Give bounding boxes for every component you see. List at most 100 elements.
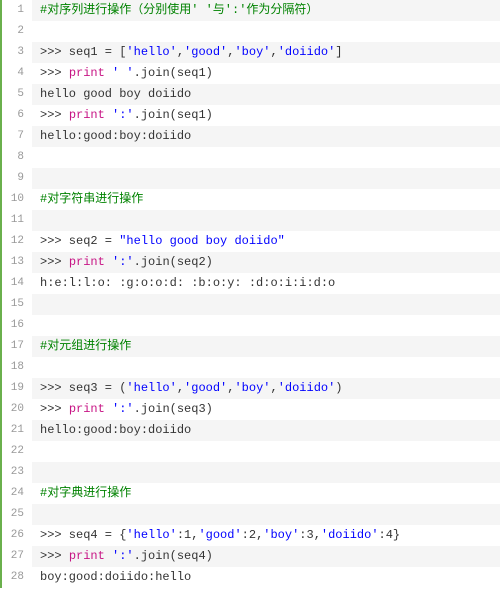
code-line: hello good boy doiido (32, 84, 500, 105)
code-line: hello:good:boy:doiido (32, 420, 500, 441)
code-line: #对元组进行操作 (32, 336, 500, 357)
code-token-string: 'doiido' (278, 381, 336, 395)
code-line: >>> print ':'.join(seq1) (32, 105, 500, 126)
code-line: >>> print ' '.join(seq1) (32, 63, 500, 84)
code-token-plain: >>> seq3 = ( (40, 381, 126, 395)
code-token-plain: boy:good:doiido:hello (40, 570, 191, 584)
code-token-plain (105, 402, 112, 416)
line-number: 26 (2, 525, 32, 546)
line-number: 4 (2, 63, 32, 84)
code-line (32, 441, 500, 462)
line-number-gutter: 1234567891011121314151617181920212223242… (2, 0, 32, 588)
code-line: >>> print ':'.join(seq4) (32, 546, 500, 567)
code-token-comment: #对序列进行操作（分别使用' '与':'作为分隔符） (40, 3, 318, 17)
code-block: 1234567891011121314151617181920212223242… (0, 0, 500, 588)
code-token-plain: :4} (379, 528, 401, 542)
code-token-string: ' ' (112, 66, 134, 80)
code-token-string: 'good' (184, 381, 227, 395)
code-token-keyword: print (69, 66, 105, 80)
code-token-plain: , (177, 45, 184, 59)
line-number: 27 (2, 546, 32, 567)
code-line: >>> seq4 = {'hello':1,'good':2,'boy':3,'… (32, 525, 500, 546)
code-token-string: ':' (112, 402, 134, 416)
code-token-string: ':' (112, 255, 134, 269)
code-line (32, 21, 500, 42)
line-number: 3 (2, 42, 32, 63)
code-token-plain: .join(seq1) (134, 66, 213, 80)
code-token-keyword: print (69, 108, 105, 122)
code-token-string: 'boy' (263, 528, 299, 542)
line-number: 23 (2, 462, 32, 483)
code-token-plain: >>> (40, 549, 69, 563)
code-line: #对字符串进行操作 (32, 189, 500, 210)
code-token-keyword: print (69, 402, 105, 416)
code-token-string: 'hello' (126, 45, 176, 59)
code-token-comment: #对字典进行操作 (40, 486, 131, 500)
code-lines: #对序列进行操作（分别使用' '与':'作为分隔符） >>> seq1 = ['… (32, 0, 500, 588)
line-number: 5 (2, 84, 32, 105)
code-token-comment: #对元组进行操作 (40, 339, 131, 353)
line-number: 8 (2, 147, 32, 168)
code-line (32, 210, 500, 231)
code-token-plain: .join(seq1) (134, 108, 213, 122)
line-number: 2 (2, 21, 32, 42)
code-token-plain: hello:good:boy:doiido (40, 423, 191, 437)
line-number: 21 (2, 420, 32, 441)
line-number: 1 (2, 0, 32, 21)
code-line: hello:good:boy:doiido (32, 126, 500, 147)
code-token-plain: .join(seq4) (134, 549, 213, 563)
code-line: #对序列进行操作（分别使用' '与':'作为分隔符） (32, 0, 500, 21)
code-token-string: 'good' (184, 45, 227, 59)
code-line (32, 504, 500, 525)
code-token-plain: ) (335, 381, 342, 395)
code-token-string: 'hello' (126, 528, 176, 542)
code-line: >>> seq3 = ('hello','good','boy','doiido… (32, 378, 500, 399)
code-token-plain: >>> (40, 255, 69, 269)
code-token-plain (105, 108, 112, 122)
code-line (32, 168, 500, 189)
line-number: 13 (2, 252, 32, 273)
code-line (32, 294, 500, 315)
code-line: h:e:l:l:o: :g:o:o:d: :b:o:y: :d:o:i:i:d:… (32, 273, 500, 294)
code-line (32, 147, 500, 168)
line-number: 20 (2, 399, 32, 420)
line-number: 12 (2, 231, 32, 252)
code-line: >>> seq1 = ['hello','good','boy','doiido… (32, 42, 500, 63)
code-token-plain: >>> seq1 = [ (40, 45, 126, 59)
code-token-plain: , (270, 381, 277, 395)
code-token-plain (105, 66, 112, 80)
line-number: 11 (2, 210, 32, 231)
code-token-plain: .join(seq3) (134, 402, 213, 416)
code-token-plain: hello:good:boy:doiido (40, 129, 191, 143)
line-number: 6 (2, 105, 32, 126)
code-line: #对字典进行操作 (32, 483, 500, 504)
code-token-string: 'doiido' (278, 45, 336, 59)
code-line (32, 462, 500, 483)
code-token-string: 'boy' (234, 45, 270, 59)
code-token-plain: >>> (40, 402, 69, 416)
code-token-plain: >>> seq4 = { (40, 528, 126, 542)
code-line: boy:good:doiido:hello (32, 567, 500, 588)
code-line (32, 357, 500, 378)
line-number: 22 (2, 441, 32, 462)
code-token-plain (105, 549, 112, 563)
code-token-plain: >>> (40, 66, 69, 80)
line-number: 16 (2, 315, 32, 336)
code-token-string: 'doiido' (321, 528, 379, 542)
code-token-plain (105, 255, 112, 269)
line-number: 15 (2, 294, 32, 315)
code-token-plain: hello good boy doiido (40, 87, 191, 101)
code-line: >>> print ':'.join(seq3) (32, 399, 500, 420)
line-number: 10 (2, 189, 32, 210)
code-token-plain: , (177, 381, 184, 395)
code-token-string: ':' (112, 549, 134, 563)
line-number: 9 (2, 168, 32, 189)
code-token-string: ':' (112, 108, 134, 122)
code-token-plain: ] (335, 45, 342, 59)
code-token-string: 'good' (198, 528, 241, 542)
code-token-plain: :1, (177, 528, 199, 542)
line-number: 25 (2, 504, 32, 525)
line-number: 7 (2, 126, 32, 147)
code-token-plain: >>> (40, 108, 69, 122)
line-number: 28 (2, 567, 32, 588)
